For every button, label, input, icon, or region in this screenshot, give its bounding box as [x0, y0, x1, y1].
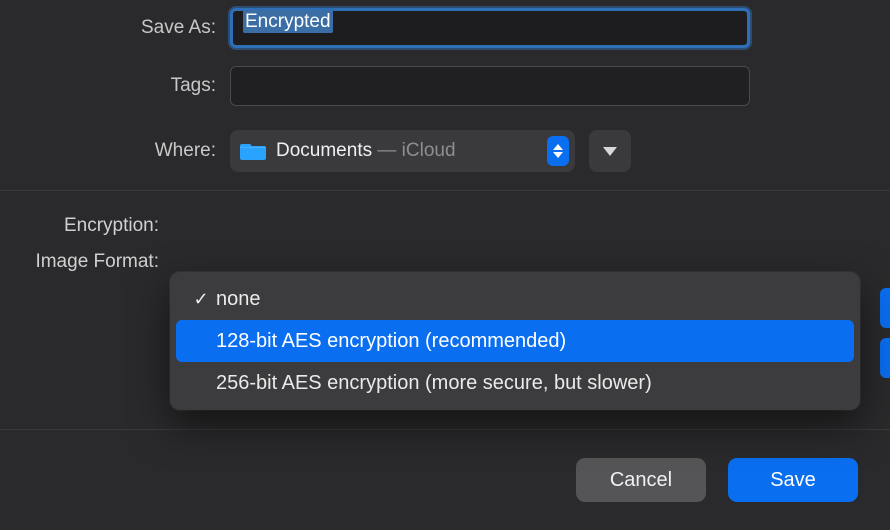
- footer-divider: [0, 429, 890, 430]
- encryption-option-128[interactable]: 128-bit AES encryption (recommended): [176, 320, 854, 362]
- encryption-option-256[interactable]: 256-bit AES encryption (more secure, but…: [176, 362, 854, 404]
- encryption-select-edge[interactable]: [880, 288, 890, 328]
- tags-label: Tags:: [0, 75, 230, 97]
- encryption-label: Encryption:: [0, 215, 165, 237]
- save-as-label: Save As:: [0, 17, 230, 39]
- where-label: Where:: [0, 140, 230, 162]
- option-label: 256-bit AES encryption (more secure, but…: [212, 372, 652, 395]
- encryption-dropdown[interactable]: ✓ none 128-bit AES encryption (recommend…: [170, 272, 860, 410]
- cancel-button[interactable]: Cancel: [576, 458, 706, 502]
- where-folder-name: Documents: [276, 140, 372, 161]
- image-format-select-edge[interactable]: [880, 338, 890, 378]
- filename-value: Encrypted: [243, 10, 333, 33]
- where-popup-button[interactable]: Documents — iCloud: [230, 130, 575, 172]
- section-divider: [0, 190, 890, 191]
- where-source: iCloud: [402, 140, 456, 161]
- option-label: 128-bit AES encryption (recommended): [212, 330, 566, 353]
- expand-button[interactable]: [589, 130, 631, 172]
- chevron-down-icon: [603, 147, 617, 156]
- folder-icon: [240, 141, 266, 161]
- tags-input[interactable]: [230, 66, 750, 106]
- checkmark-icon: ✓: [190, 289, 212, 310]
- where-separator: —: [372, 140, 402, 161]
- save-button[interactable]: Save: [728, 458, 858, 502]
- image-format-label: Image Format:: [0, 251, 165, 273]
- updown-stepper-icon: [547, 136, 569, 166]
- encryption-option-none[interactable]: ✓ none: [176, 278, 854, 320]
- filename-input[interactable]: Encrypted: [230, 8, 750, 48]
- option-label: none: [212, 288, 261, 311]
